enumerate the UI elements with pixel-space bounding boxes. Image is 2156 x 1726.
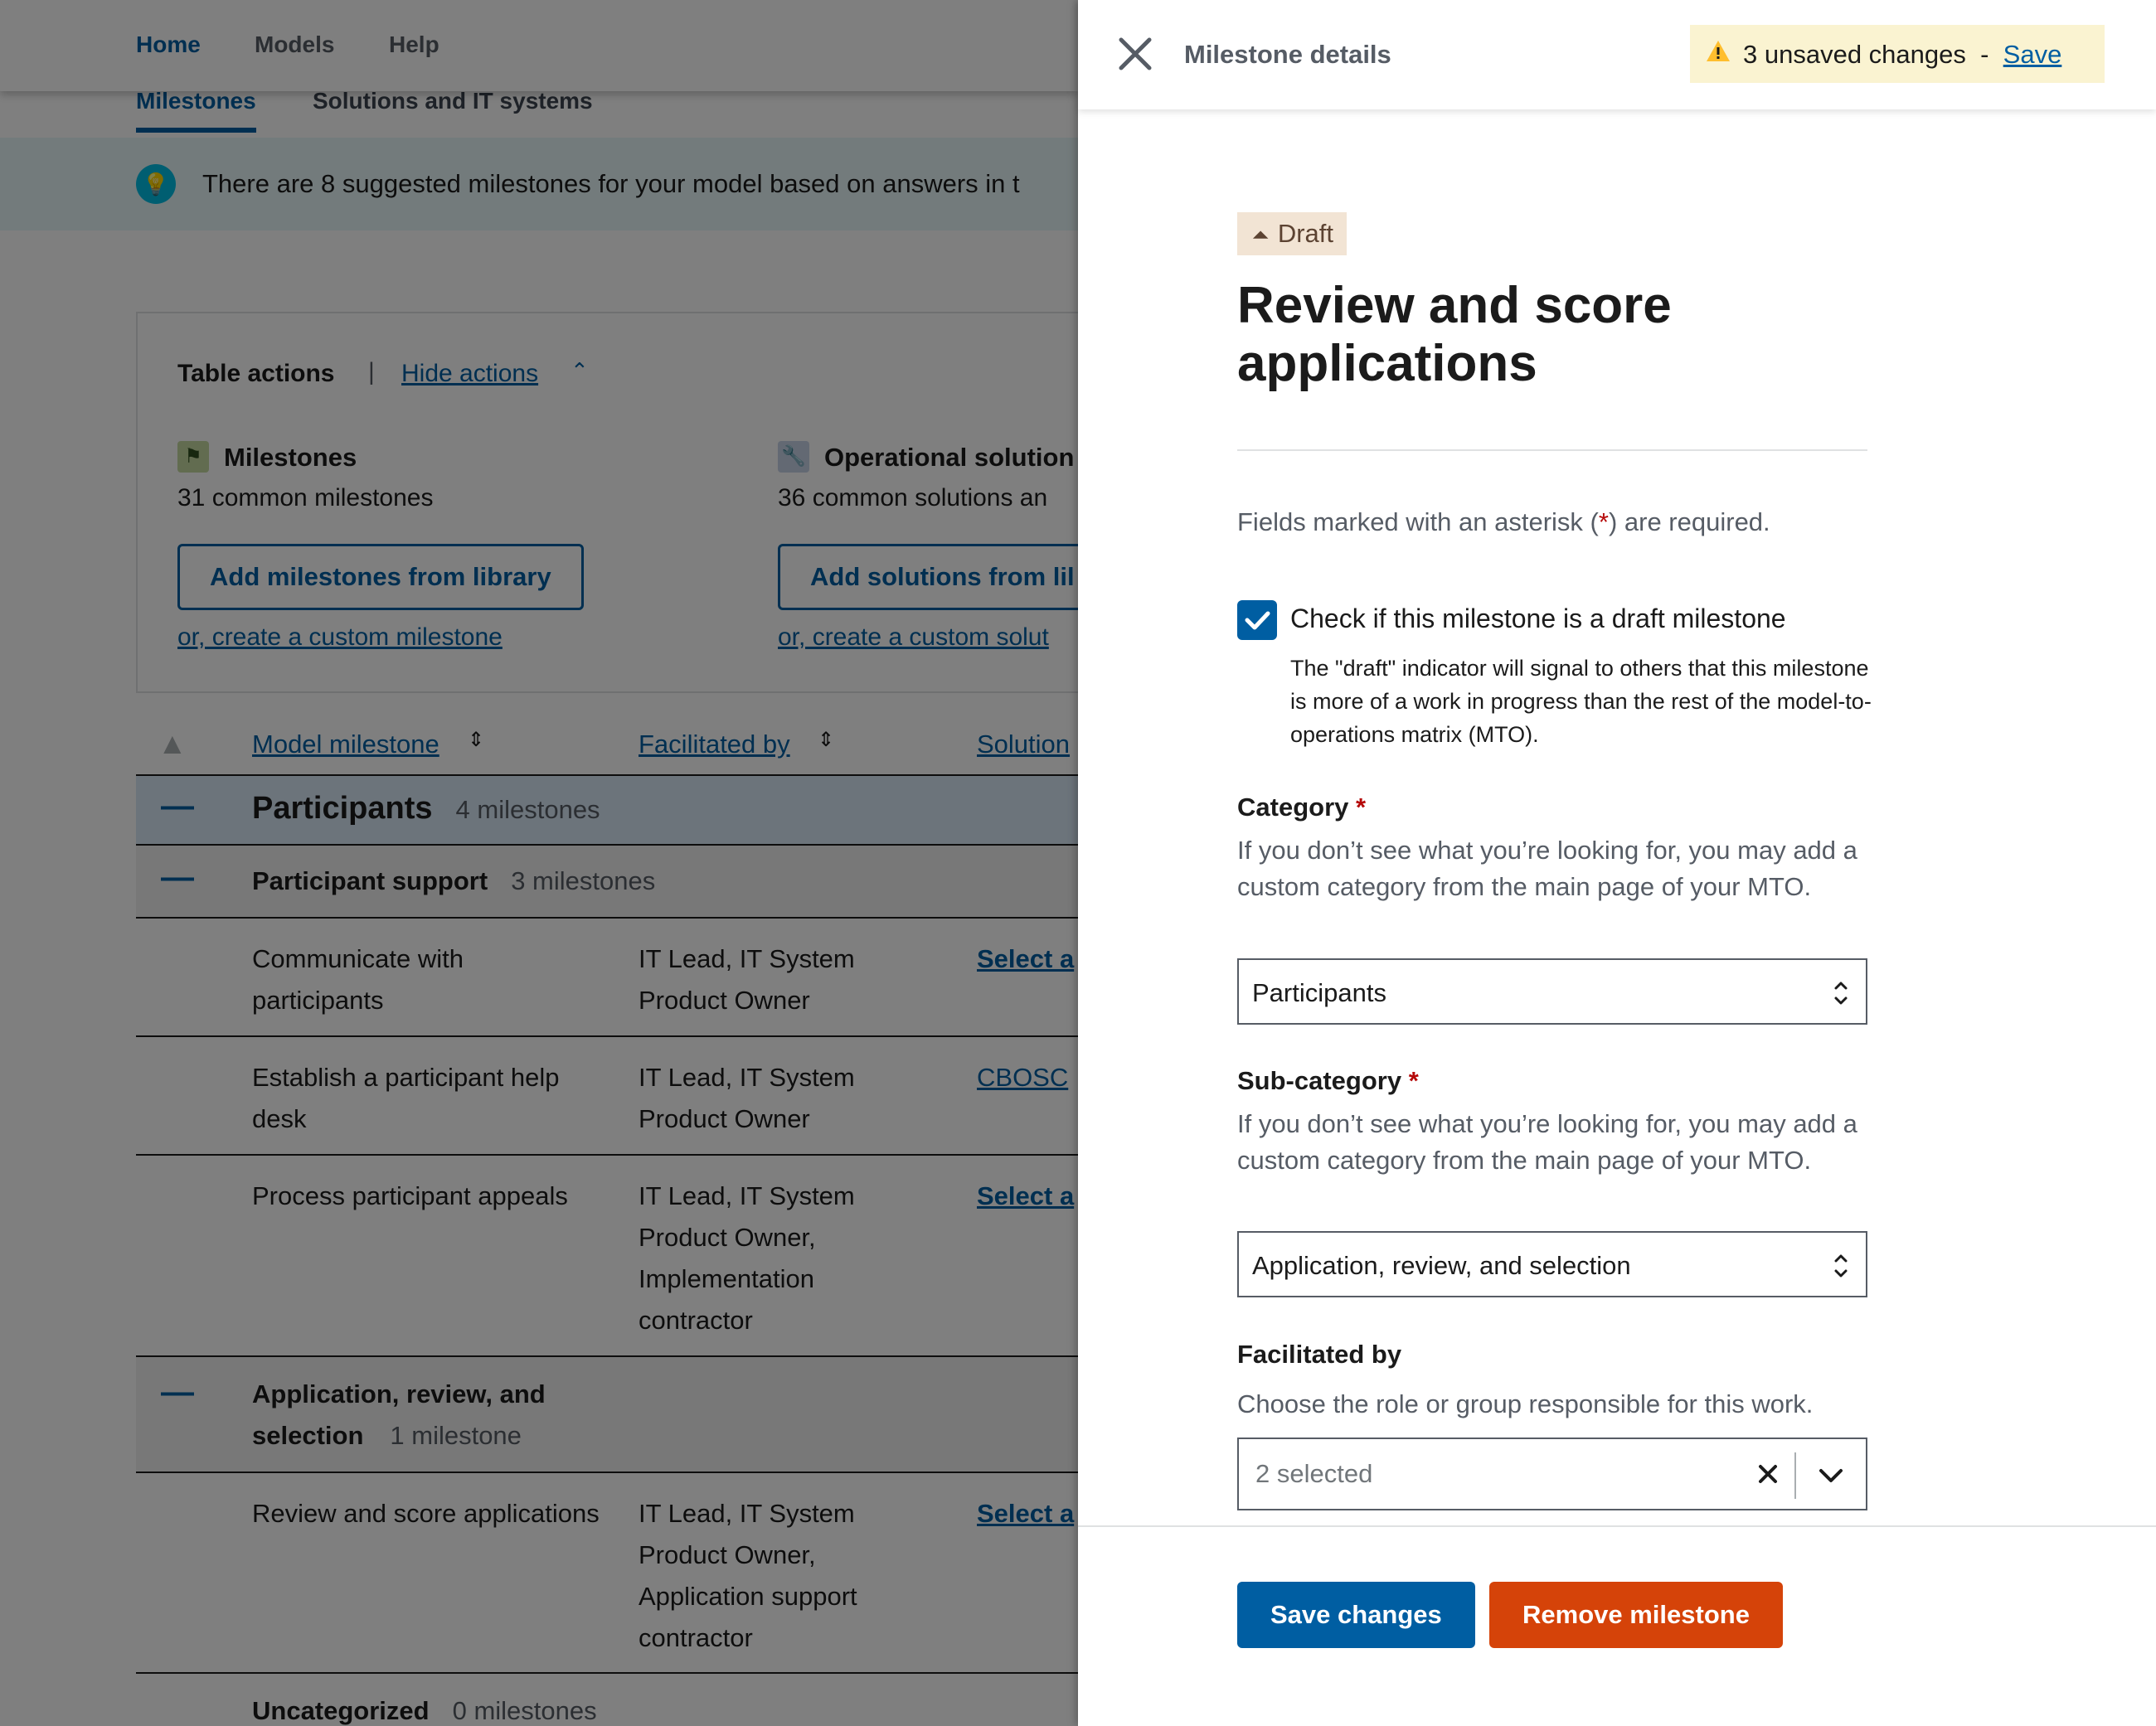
milestone-heading: Review and score applications: [1237, 277, 1672, 392]
save-link[interactable]: Save: [2003, 40, 2062, 69]
draft-checkbox[interactable]: [1237, 600, 1277, 640]
close-icon[interactable]: [1114, 33, 1156, 75]
category-value: Participants: [1252, 978, 1386, 1007]
flask-icon: ⏶: [1252, 222, 1270, 247]
facilitated-by-label: Facilitated by: [1237, 1340, 1402, 1369]
draft-label: Draft: [1277, 219, 1333, 248]
required-fields-note: Fields marked with an asterisk (*) are r…: [1237, 507, 1770, 536]
select-arrows-icon: [1834, 1254, 1848, 1278]
select-arrows-icon: [1834, 982, 1848, 1005]
subcategory-select[interactable]: Application, review, and selection: [1237, 1231, 1867, 1297]
draft-checkbox-hint: The "draft" indicator will signal to oth…: [1290, 656, 1872, 747]
panel-footer: Save changes Remove milestone: [1078, 1525, 2156, 1726]
facilitated-by-value: 2 selected: [1255, 1459, 1373, 1488]
category-select[interactable]: Participants: [1237, 958, 1867, 1025]
panel-header: Milestone details 3 unsaved changes - Sa…: [1078, 0, 2156, 109]
chevron-down-icon[interactable]: [1814, 1461, 1848, 1491]
save-changes-button[interactable]: Save changes: [1237, 1582, 1475, 1648]
modal-overlay[interactable]: [0, 0, 1078, 1726]
panel-title: Milestone details: [1184, 40, 1391, 69]
facilitated-by-multiselect[interactable]: 2 selected: [1237, 1438, 1867, 1510]
draft-checkbox-label[interactable]: Check if this milestone is a draft miles…: [1290, 604, 1786, 634]
checkmark-icon: [1245, 611, 1270, 630]
combo-separator: [1794, 1452, 1796, 1499]
category-label: Category *: [1237, 793, 1367, 822]
subcategory-label: Sub-category *: [1237, 1066, 1419, 1095]
draft-badge: ⏶ Draft: [1237, 212, 1347, 255]
unsaved-separator: -: [1980, 40, 1989, 69]
divider: [1237, 449, 1867, 451]
category-hint: If you don’t see what you’re looking for…: [1237, 836, 1857, 901]
facilitated-by-hint: Choose the role or group responsible for…: [1237, 1389, 1814, 1418]
clear-icon[interactable]: [1753, 1459, 1783, 1489]
subcategory-value: Application, review, and selection: [1252, 1251, 1631, 1280]
milestone-details-panel: Milestone details 3 unsaved changes - Sa…: [1078, 0, 2156, 1726]
unsaved-changes-banner: 3 unsaved changes - Save: [1690, 25, 2105, 83]
remove-milestone-button[interactable]: Remove milestone: [1489, 1582, 1783, 1648]
subcategory-hint: If you don’t see what you’re looking for…: [1237, 1109, 1857, 1175]
warning-icon: [1707, 41, 1730, 61]
unsaved-count: 3 unsaved changes: [1743, 40, 1966, 69]
